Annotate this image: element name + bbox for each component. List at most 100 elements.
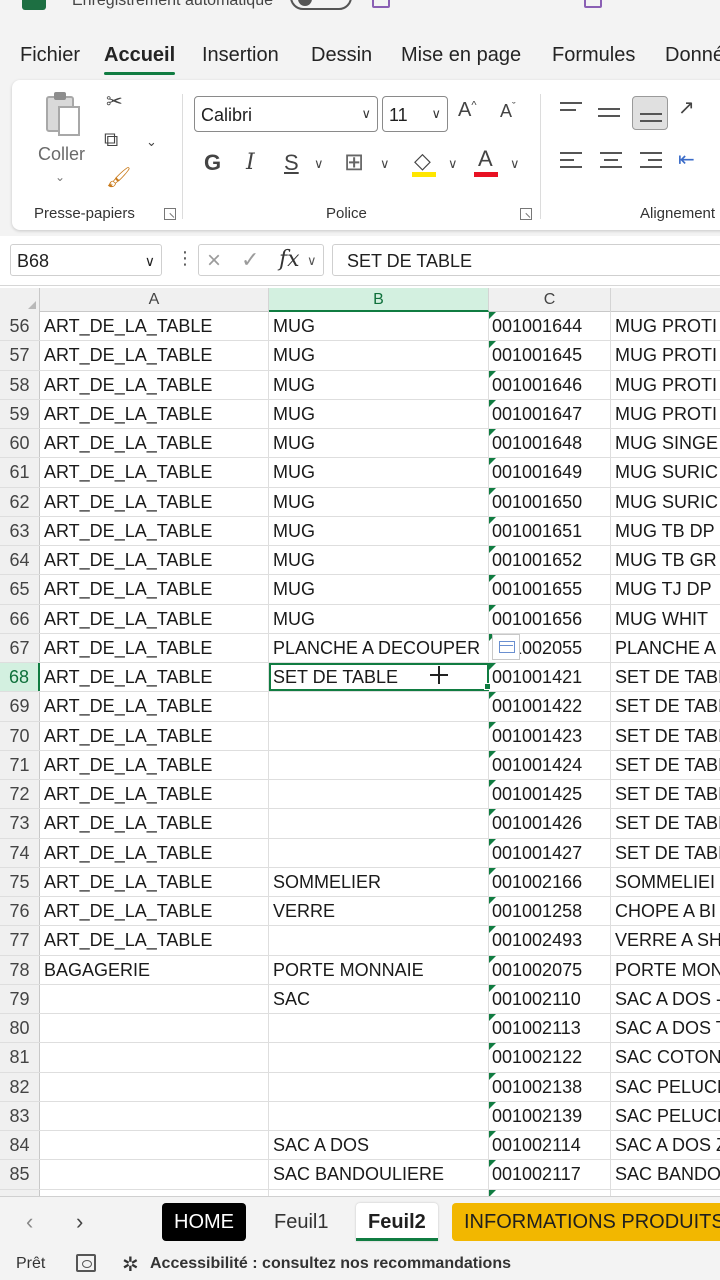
cell-b[interactable] — [269, 809, 489, 838]
row-header[interactable]: 79 — [0, 984, 40, 1013]
name-box[interactable]: B68 ∨ — [10, 244, 162, 276]
cell-b[interactable] — [269, 1043, 489, 1072]
chevron-down-icon[interactable]: ∨ — [307, 253, 317, 269]
row-header[interactable]: 58 — [0, 370, 40, 399]
cell-c[interactable]: 001001425 — [489, 780, 611, 809]
select-all-button[interactable] — [0, 288, 40, 312]
cell-b[interactable] — [269, 780, 489, 809]
shrink-font-icon[interactable]: Aˇ — [500, 102, 516, 121]
cell-d[interactable]: VERRE A SH — [611, 926, 720, 954]
enter-icon[interactable]: ✓ — [241, 247, 259, 273]
paste-button[interactable]: Coller — [38, 144, 85, 165]
cell-b[interactable]: MUG — [269, 341, 489, 370]
row-header[interactable]: 56 — [0, 312, 40, 341]
cell-a[interactable] — [40, 1043, 269, 1072]
cell-c[interactable]: 001002114 — [489, 1131, 611, 1160]
cell-a[interactable]: ART_DE_LA_TABLE — [40, 692, 269, 721]
cell-a[interactable]: ART_DE_LA_TABLE — [40, 312, 269, 341]
prev-sheet-icon[interactable]: ‹ — [26, 1209, 33, 1235]
quick-analysis-icon[interactable] — [492, 634, 520, 660]
row-header[interactable]: 60 — [0, 429, 40, 458]
cell-d[interactable]: MUG WHIT — [611, 605, 720, 633]
cell-c[interactable]: 001001258 — [489, 897, 611, 926]
cell-a[interactable]: ART_DE_LA_TABLE — [40, 370, 269, 399]
cell-b[interactable]: MUG — [269, 458, 489, 487]
paste-dropdown-icon[interactable]: ⌄ — [55, 170, 65, 184]
macro-record-icon[interactable] — [76, 1254, 96, 1272]
column-header-d[interactable] — [611, 288, 720, 312]
save-icon[interactable] — [372, 0, 390, 8]
active-cell[interactable]: SET DE TABLE — [269, 663, 489, 692]
cell-c[interactable]: 001002139 — [489, 1101, 611, 1130]
cell-d[interactable]: MUG SURIC — [611, 488, 720, 516]
cell-a[interactable]: ART_DE_LA_TABLE — [40, 633, 269, 662]
row-header[interactable]: 57 — [0, 341, 40, 370]
row-header[interactable]: 67 — [0, 633, 40, 662]
cell-d[interactable]: SET DE TABI — [611, 722, 720, 750]
row-header[interactable]: 65 — [0, 575, 40, 604]
cell-a[interactable]: ART_DE_LA_TABLE — [40, 838, 269, 867]
cell-d[interactable]: SAC A DOS Z — [611, 1131, 720, 1159]
cell-b[interactable]: SOMMELIER — [269, 867, 489, 896]
cell-a[interactable] — [40, 984, 269, 1013]
cell-d[interactable]: SAC PELUCH — [611, 1102, 720, 1130]
cell-d[interactable]: MUG PROTI — [611, 371, 720, 399]
sheet-tab-feuil2[interactable]: Feuil2 — [356, 1203, 438, 1241]
fill-color-icon[interactable]: ◇ — [414, 148, 431, 174]
tab-fichier[interactable]: Fichier — [20, 44, 80, 67]
cell-b[interactable]: MUG — [269, 575, 489, 604]
cell-d[interactable]: SET DE TABI — [611, 780, 720, 808]
tab-insertion[interactable]: Insertion — [202, 44, 279, 67]
cell-d[interactable]: MUG TB DP — [611, 517, 720, 545]
fill-handle[interactable] — [484, 683, 491, 690]
cell-b[interactable] — [269, 1072, 489, 1101]
cell-a[interactable] — [40, 1072, 269, 1101]
cell-a[interactable]: ART_DE_LA_TABLE — [40, 399, 269, 428]
cell-b[interactable]: MUG — [269, 516, 489, 545]
row-header[interactable]: 81 — [0, 1043, 40, 1072]
align-right-icon[interactable] — [640, 152, 662, 173]
cell-c[interactable]: 001001655 — [489, 575, 611, 604]
cell-d[interactable]: MUG SINGE — [611, 429, 720, 457]
cancel-icon[interactable]: × — [207, 247, 221, 275]
cell-b[interactable]: MUG — [269, 604, 489, 633]
autosave-toggle[interactable] — [290, 0, 352, 10]
align-center-icon[interactable] — [600, 152, 622, 173]
more-options-icon[interactable]: ⋮ — [176, 248, 194, 269]
row-header[interactable]: 85 — [0, 1160, 40, 1189]
copy-icon[interactable]: ⧉ — [104, 130, 118, 150]
worksheet-grid[interactable]: A B C 56 ART_DE_LA_TABLE MUG 001001644 MUG P… — [0, 288, 720, 1196]
cell-d[interactable]: SOMMELIEI — [611, 868, 720, 896]
cell-a[interactable]: ART_DE_LA_TABLE — [40, 750, 269, 779]
cell-a[interactable]: ART_DE_LA_TABLE — [40, 516, 269, 545]
cell-c[interactable]: 001001644 — [489, 312, 611, 341]
row-header[interactable]: 69 — [0, 692, 40, 721]
row-header[interactable]: 76 — [0, 897, 40, 926]
column-header-c[interactable]: C — [489, 288, 611, 312]
cell-d[interactable]: MUG TB GR — [611, 546, 720, 574]
borders-dropdown-icon[interactable]: ∨ — [380, 156, 390, 172]
cell-c[interactable]: 001001652 — [489, 546, 611, 575]
cell-d[interactable]: SAC A DOS - — [611, 985, 720, 1013]
cell-b[interactable]: MUG — [269, 370, 489, 399]
cell-c[interactable]: 001001646 — [489, 370, 611, 399]
font-name-select[interactable]: Calibri ∨ — [194, 96, 378, 132]
paste-icon[interactable] — [44, 90, 84, 136]
row-header[interactable]: 70 — [0, 721, 40, 750]
font-color-icon[interactable]: A — [478, 146, 493, 172]
cell-d[interactable]: SET DE TABI — [611, 663, 720, 691]
cell-a[interactable]: ART_DE_LA_TABLE — [40, 663, 269, 692]
sheet-tab-feuil1[interactable]: Feuil1 — [262, 1203, 340, 1241]
cell-b[interactable] — [269, 838, 489, 867]
cell-a[interactable]: ART_DE_LA_TABLE — [40, 487, 269, 516]
cell-a[interactable]: ART_DE_LA_TABLE — [40, 721, 269, 750]
align-left-icon[interactable] — [560, 152, 582, 173]
tab-dessin[interactable]: Dessin — [311, 44, 372, 67]
row-header[interactable]: 68 — [0, 663, 40, 692]
next-sheet-icon[interactable]: › — [76, 1209, 83, 1235]
accessibility-status[interactable]: Accessibilité : consultez nos recommanda… — [150, 1255, 511, 1273]
cell-d[interactable]: MUG SURIC — [611, 458, 720, 486]
cell-b[interactable]: SAC — [269, 984, 489, 1013]
cell-a[interactable] — [40, 1101, 269, 1130]
cell-a[interactable] — [40, 1131, 269, 1160]
